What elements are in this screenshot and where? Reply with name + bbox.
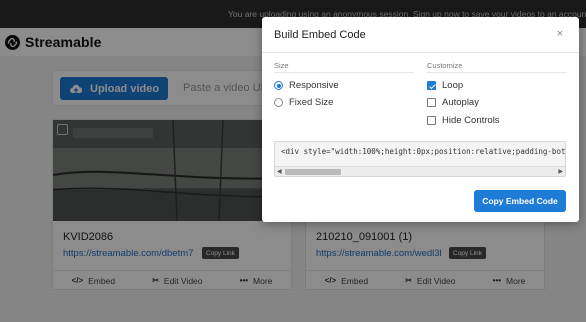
- responsive-label: Responsive: [289, 80, 339, 91]
- fixed-size-label: Fixed Size: [289, 97, 334, 108]
- responsive-radio[interactable]: [274, 81, 283, 90]
- customize-section-label: Customize: [427, 61, 463, 70]
- hide-controls-option[interactable]: Hide Controls: [427, 115, 500, 126]
- loop-checkbox[interactable]: [427, 81, 436, 90]
- loop-option[interactable]: Loop: [427, 80, 463, 91]
- autoplay-label: Autoplay: [442, 97, 479, 108]
- dialog-divider: [262, 52, 579, 53]
- embed-code-textarea[interactable]: <div style="width:100%;height:0px;positi…: [274, 141, 566, 177]
- embed-code-dialog: Build Embed Code × Size Responsive Fixed…: [262, 17, 579, 222]
- scroll-right-arrow-icon[interactable]: ▶: [558, 168, 563, 175]
- scroll-left-arrow-icon[interactable]: ◀: [277, 168, 282, 175]
- hide-controls-label: Hide Controls: [442, 115, 500, 126]
- close-icon[interactable]: ×: [552, 26, 568, 42]
- size-option-responsive[interactable]: Responsive: [274, 80, 339, 91]
- size-section-label: Size: [274, 61, 289, 70]
- customize-section-divider: [427, 72, 567, 73]
- fixed-size-radio[interactable]: [274, 98, 283, 107]
- autoplay-checkbox[interactable]: [427, 98, 436, 107]
- hide-controls-checkbox[interactable]: [427, 116, 436, 125]
- scrollbar-thumb[interactable]: [285, 169, 341, 175]
- size-section-divider: [274, 72, 414, 73]
- dialog-title: Build Embed Code: [274, 29, 366, 41]
- autoplay-option[interactable]: Autoplay: [427, 97, 479, 108]
- loop-label: Loop: [442, 80, 464, 91]
- size-option-fixed[interactable]: Fixed Size: [274, 97, 333, 108]
- copy-embed-code-button[interactable]: Copy Embed Code: [474, 190, 566, 212]
- embed-code-text: <div style="width:100%;height:0px;positi…: [281, 147, 566, 156]
- horizontal-scrollbar[interactable]: ◀ ▶: [275, 166, 565, 176]
